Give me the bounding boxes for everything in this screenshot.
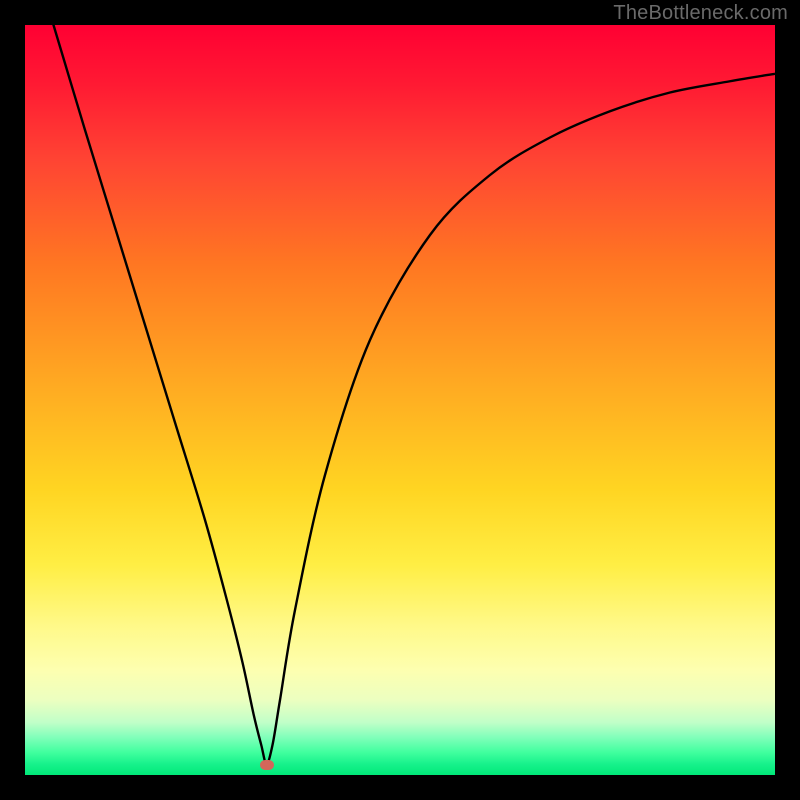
optimal-point-marker <box>260 760 274 770</box>
watermark-text: TheBottleneck.com <box>613 2 788 25</box>
chart-frame: TheBottleneck.com <box>0 0 800 800</box>
plot-gradient-background <box>25 25 775 775</box>
